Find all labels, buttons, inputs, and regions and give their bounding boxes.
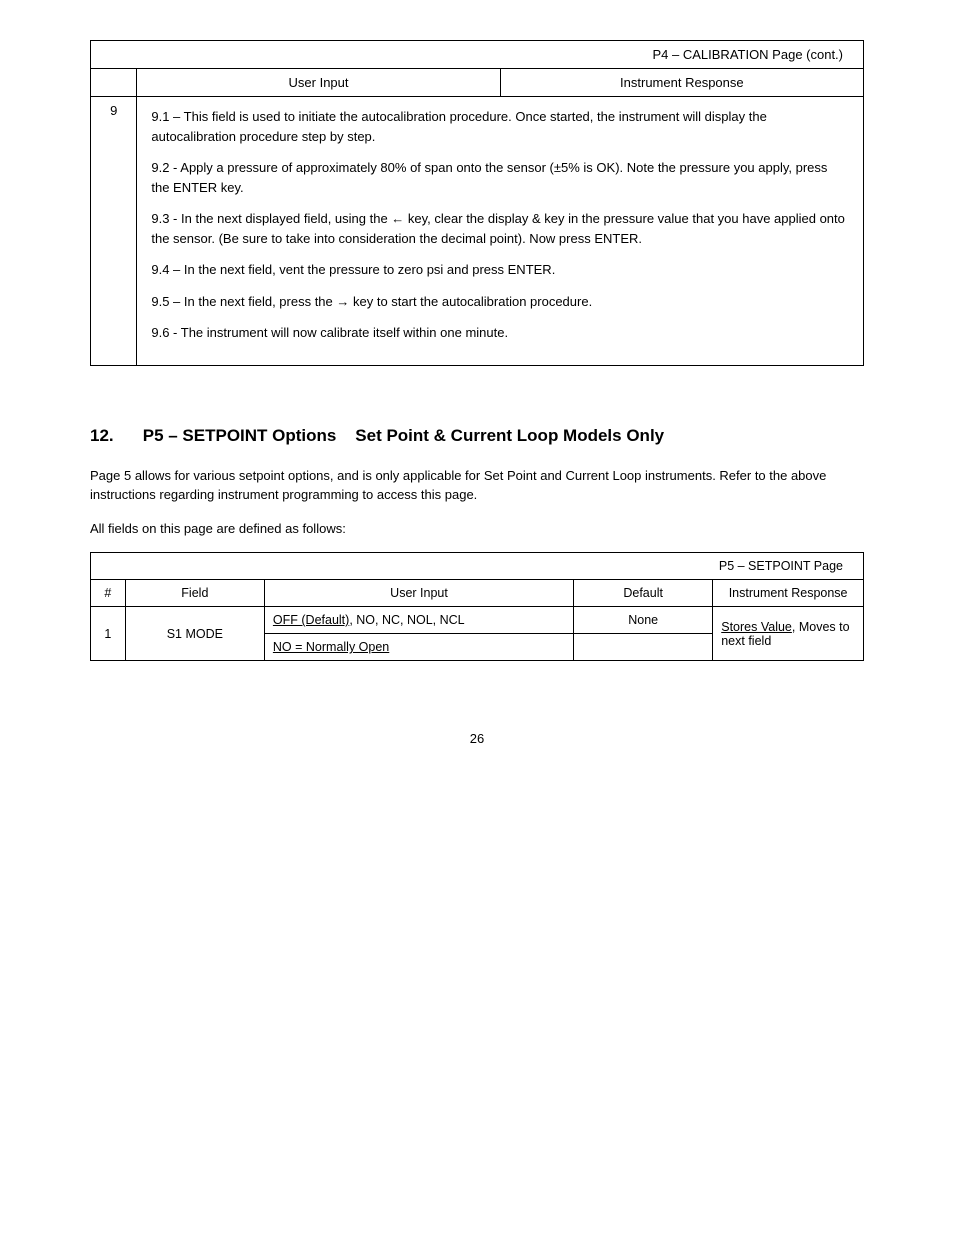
table1-row-num-value: 9 [110, 103, 117, 118]
table2-row-input: OFF (Default), NO, NC, NOL, NCL [264, 607, 573, 634]
table1-col-response-label: Instrument Response [620, 75, 744, 90]
table2-row-field: S1 MODE [125, 607, 264, 661]
table1-col-input: User Input [137, 69, 500, 97]
instruction-step: 9.3 - In the next displayed field, using… [151, 209, 849, 248]
instruction-step: 9.4 – In the next field, vent the pressu… [151, 260, 849, 280]
table1-col-input-label: User Input [289, 75, 349, 90]
table2-input-ul: NO = Normally Open [273, 640, 389, 654]
table2-col-default: Default [574, 580, 713, 607]
table2-row-field-value: S1 MODE [167, 627, 223, 641]
section-number: 12. [90, 426, 138, 446]
instruction-step: 9.2 - Apply a pressure of approximately … [151, 158, 849, 197]
table2-row-default-value: None [628, 613, 658, 627]
table2-input-rest: , NO, NC, NOL, NCL [349, 613, 464, 627]
table2-input-ul: OFF (Default) [273, 613, 349, 627]
instruction-step: 9.6 - The instrument will now calibrate … [151, 323, 849, 343]
table1-instructions-cell: 9.1 – This field is used to initiate the… [137, 97, 864, 366]
table1-title: P4 – CALIBRATION Page (cont.) [91, 41, 864, 69]
table2-title-text: P5 – SETPOINT Page [719, 559, 843, 573]
section-heading: 12. P5 – SETPOINT Options Set Point & Cu… [90, 426, 864, 446]
calibration-table: P4 – CALIBRATION Page (cont.) User Input… [90, 40, 864, 366]
table2-col-num-label: # [104, 586, 111, 600]
table2-col-input: User Input [264, 580, 573, 607]
instruction-step: 9.1 – This field is used to initiate the… [151, 107, 849, 146]
table1-col-response: Instrument Response [500, 69, 863, 97]
table1-row-num: 9 [91, 97, 137, 366]
table2-response-ul: Stores Value [721, 620, 792, 634]
table2-col-field: Field [125, 580, 264, 607]
table2-col-response: Instrument Response [713, 580, 864, 607]
instruction-step: 9.5 – In the next field, press the → key… [151, 292, 849, 312]
table2-row-default [574, 634, 713, 661]
table2-col-input-label: User Input [390, 586, 448, 600]
table2-title: P5 – SETPOINT Page [91, 553, 864, 580]
table2-row-num-value: 1 [104, 627, 111, 641]
table2-row-response: Stores Value, Moves to next field [713, 607, 864, 661]
section-title-prefix: P5 – SETPOINT Options [143, 426, 337, 445]
section-title-suffix: Set Point & Current Loop Models Only [355, 426, 664, 445]
setpoint-table: P5 – SETPOINT Page # Field User Input De… [90, 552, 864, 661]
table2-row-input: NO = Normally Open [264, 634, 573, 661]
table2-row-num: 1 [91, 607, 126, 661]
table2-col-field-label: Field [181, 586, 208, 600]
table2-col-default-label: Default [623, 586, 663, 600]
page-number: 26 [90, 731, 864, 746]
body-paragraph: All fields on this page are defined as f… [90, 519, 864, 539]
table2-col-num: # [91, 580, 126, 607]
table1-title-text: P4 – CALIBRATION Page (cont.) [653, 47, 844, 62]
body-paragraph: Page 5 allows for various setpoint optio… [90, 466, 864, 505]
page-number-value: 26 [470, 731, 484, 746]
table2-col-response-label: Instrument Response [729, 586, 848, 600]
table2-row-default: None [574, 607, 713, 634]
table1-col-num [91, 69, 137, 97]
